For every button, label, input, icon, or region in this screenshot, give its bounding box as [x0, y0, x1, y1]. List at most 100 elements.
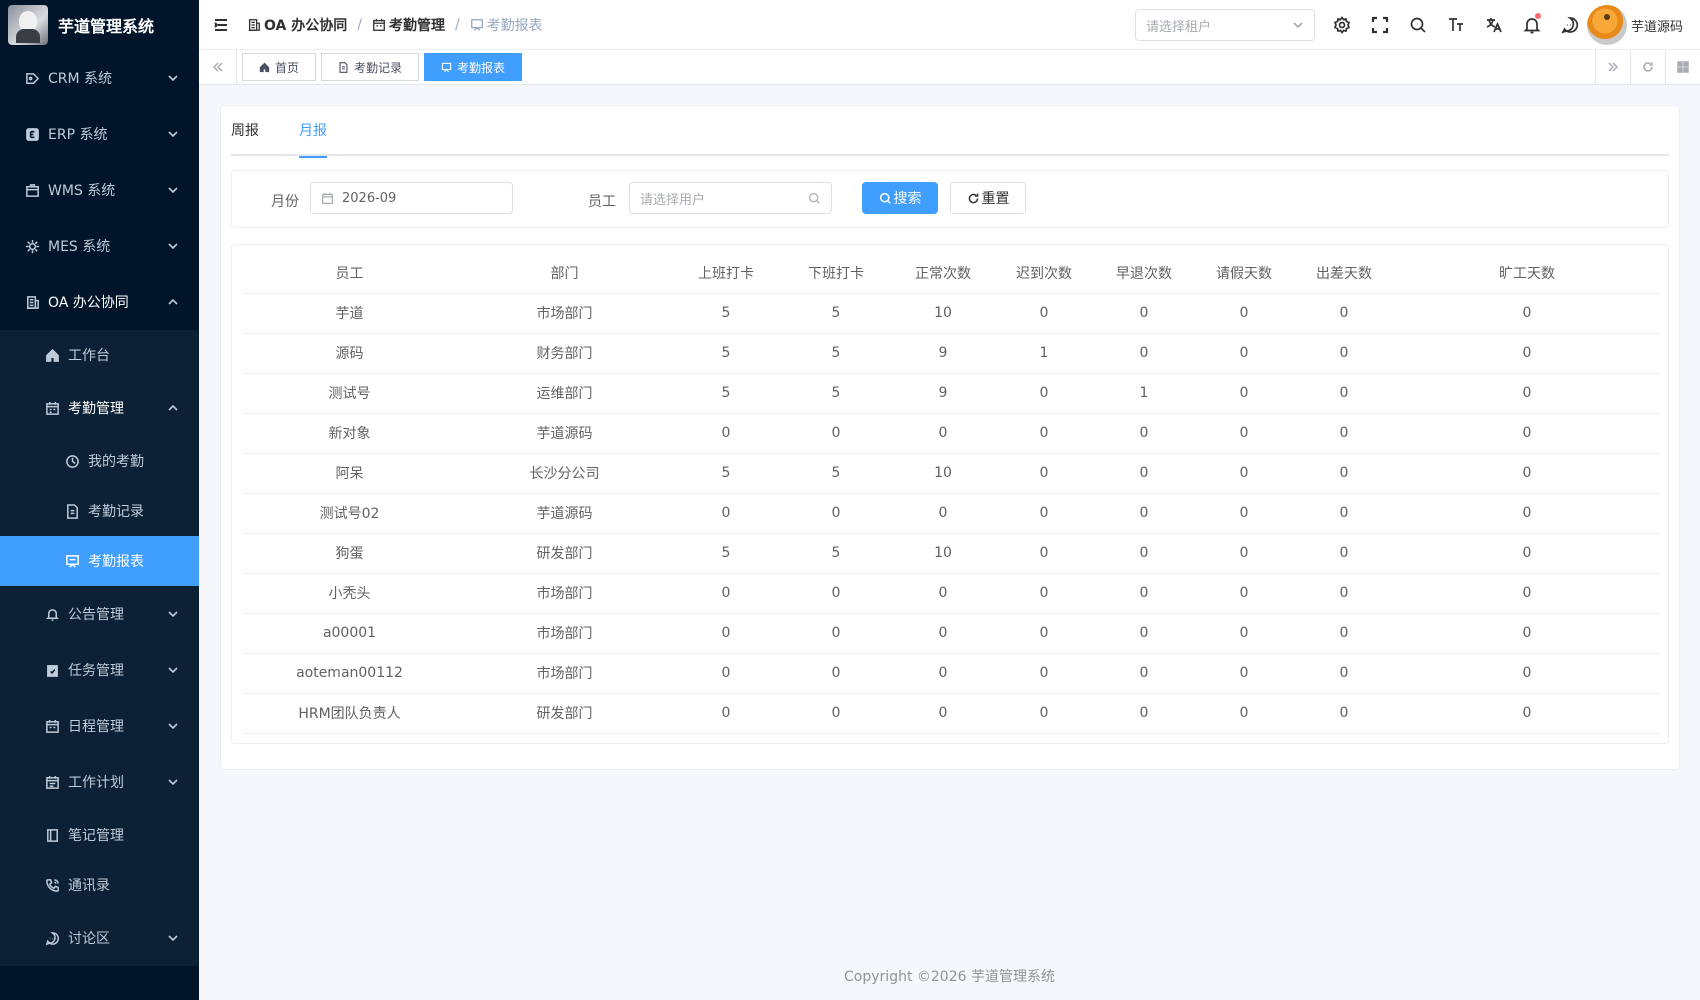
tag-home[interactable]: 首页	[242, 53, 317, 81]
mes-icon	[24, 238, 40, 254]
search-button[interactable]: 搜索	[862, 182, 938, 214]
table-cell: 10	[892, 453, 994, 494]
table-cell: 财务部门	[457, 333, 672, 374]
sidebar-item-mes[interactable]: MES 系统	[0, 218, 199, 274]
sidebar-item-work-plan[interactable]: 工作计划	[0, 754, 199, 810]
table-cell: a00001	[242, 613, 457, 654]
table-cell: 0	[1394, 493, 1660, 534]
menu-toggle-icon[interactable]	[213, 17, 229, 33]
fullscreen-icon[interactable]	[1361, 0, 1399, 50]
sidebar-item-my-attendance[interactable]: 我的考勤	[0, 436, 199, 486]
table-cell: 阿呆	[242, 453, 457, 494]
sidebar-item-contacts[interactable]: 通讯录	[0, 860, 199, 910]
scroll-right-icon[interactable]	[1595, 50, 1630, 84]
refresh-icon[interactable]	[1630, 50, 1665, 84]
table-cell: 0	[1394, 613, 1660, 654]
table-cell: 0	[1194, 333, 1294, 374]
reset-button[interactable]: 重置	[950, 182, 1026, 214]
table-row[interactable]: HRM团队负责人 研发部门 0 0 0 0 0 0 0 0	[242, 693, 1660, 734]
table-row[interactable]: a00001 市场部门 0 0 0 0 0 0 0 0	[242, 613, 1660, 654]
table-cell: 市场部门	[457, 613, 672, 654]
sidebar-item-notes[interactable]: 笔记管理	[0, 810, 199, 860]
sidebar-item-attendance[interactable]: 考勤管理	[0, 380, 199, 436]
table-cell: 0	[1094, 293, 1194, 334]
report-icon	[470, 18, 483, 31]
table-cell: 5	[672, 373, 780, 414]
table-cell: 5	[672, 333, 780, 374]
table-row[interactable]: 测试号 运维部门 5 5 9 0 1 0 0 0	[242, 373, 1660, 414]
refresh-icon	[968, 193, 978, 203]
sidebar-item-wms[interactable]: WMS 系统	[0, 162, 199, 218]
grid-menu-icon[interactable]	[1665, 50, 1700, 84]
settings-icon[interactable]	[1323, 0, 1361, 50]
sidebar-item-task[interactable]: 任务管理	[0, 642, 199, 698]
table-cell: 5	[672, 533, 780, 574]
search-icon[interactable]	[1399, 0, 1437, 50]
table-cell: 5	[780, 333, 892, 374]
sidebar-item-erp[interactable]: ERP 系统	[0, 106, 199, 162]
employee-select[interactable]: 请选择用户	[629, 182, 832, 214]
app-logo[interactable]: 芋道管理系统	[0, 0, 199, 50]
table-row[interactable]: 新对象 芋道源码 0 0 0 0 0 0 0 0	[242, 413, 1660, 454]
breadcrumb-separator: /	[357, 16, 362, 33]
sidebar-item-oa[interactable]: OA 办公协同	[0, 274, 199, 330]
tag-attendance-records[interactable]: 考勤记录	[321, 53, 420, 81]
table-cell: 0	[1294, 693, 1394, 734]
document-icon	[339, 61, 348, 73]
table-cell: 市场部门	[457, 573, 672, 614]
scroll-left-icon[interactable]	[199, 50, 237, 84]
message-icon[interactable]	[1551, 0, 1589, 50]
table-cell: 0	[780, 653, 892, 694]
table-row[interactable]: 源码 财务部门 5 5 9 1 0 0 0 0	[242, 333, 1660, 374]
table-cell: 0	[1094, 333, 1194, 374]
oa-submenu: 工作台 考勤管理 我的考勤 考勤记录 考勤报表 公告管理 任务管理 日程管理 工…	[0, 330, 199, 966]
sidebar-item-discussion[interactable]: 讨论区	[0, 910, 199, 966]
table-cell: 0	[1094, 693, 1194, 734]
table-cell: 0	[1394, 373, 1660, 414]
table-cell: 0	[1394, 653, 1660, 694]
sidebar-item-notice[interactable]: 公告管理	[0, 586, 199, 642]
table-row[interactable]: 阿呆 长沙分公司 5 5 10 0 0 0 0 0	[242, 453, 1660, 494]
table-row[interactable]: 测试号02 芋道源码 0 0 0 0 0 0 0 0	[242, 493, 1660, 534]
sidebar-item-attendance-records[interactable]: 考勤记录	[0, 486, 199, 536]
breadcrumb-item-attendance[interactable]: 考勤管理	[372, 15, 445, 35]
table-row[interactable]: 小秃头 市场部门 0 0 0 0 0 0 0 0	[242, 573, 1660, 614]
tab-weekly[interactable]: 周报	[231, 106, 259, 156]
table-row[interactable]: 狗蛋 研发部门 5 5 10 0 0 0 0 0	[242, 533, 1660, 574]
table-row[interactable]: 芋道 市场部门 5 5 10 0 0 0 0 0	[242, 293, 1660, 334]
sidebar-item-attendance-report[interactable]: 考勤报表	[0, 536, 199, 586]
breadcrumb-separator: /	[454, 16, 460, 33]
logo-image	[8, 5, 48, 45]
table-cell: 0	[994, 693, 1094, 734]
table-cell: 0	[892, 573, 994, 614]
bell-icon	[44, 606, 60, 622]
phone-icon	[44, 877, 60, 893]
sidebar-item-workbench[interactable]: 工作台	[0, 330, 199, 380]
month-picker[interactable]: 2026-09	[310, 182, 513, 214]
table-cell: 0	[672, 653, 780, 694]
breadcrumb-item-oa[interactable]: OA 办公协同	[247, 15, 347, 35]
table-cell: 芋道源码	[457, 413, 672, 454]
translate-icon[interactable]	[1475, 0, 1513, 50]
sidebar-item-crm[interactable]: CRM 系统	[0, 50, 199, 106]
table-cell: 0	[1094, 413, 1194, 454]
table-cell: 0	[994, 573, 1094, 614]
table-cell: 0	[1194, 453, 1294, 494]
chevron-down-icon	[167, 184, 179, 196]
sidebar-item-schedule[interactable]: 日程管理	[0, 698, 199, 754]
font-size-icon[interactable]	[1437, 0, 1475, 50]
table-cell: 0	[1394, 413, 1660, 454]
table-row[interactable]: aoteman00112 市场部门 0 0 0 0 0 0 0 0	[242, 653, 1660, 694]
user-menu[interactable]: 芋道源码	[1587, 0, 1683, 50]
table-cell: 测试号02	[242, 493, 457, 534]
tenant-select[interactable]: 请选择租户	[1135, 9, 1315, 41]
sidebar-item-label: 通讯录	[68, 878, 110, 894]
tag-attendance-report[interactable]: 考勤报表	[424, 53, 523, 81]
tab-monthly[interactable]: 月报	[299, 106, 327, 158]
table-cell: 0	[1294, 413, 1394, 454]
table-cell: 10	[892, 293, 994, 334]
report-tabs: 周报 月报	[231, 106, 1669, 158]
notification-bell-icon[interactable]	[1513, 0, 1551, 50]
erp-icon	[24, 126, 40, 142]
table-cell: 0	[1194, 373, 1294, 414]
